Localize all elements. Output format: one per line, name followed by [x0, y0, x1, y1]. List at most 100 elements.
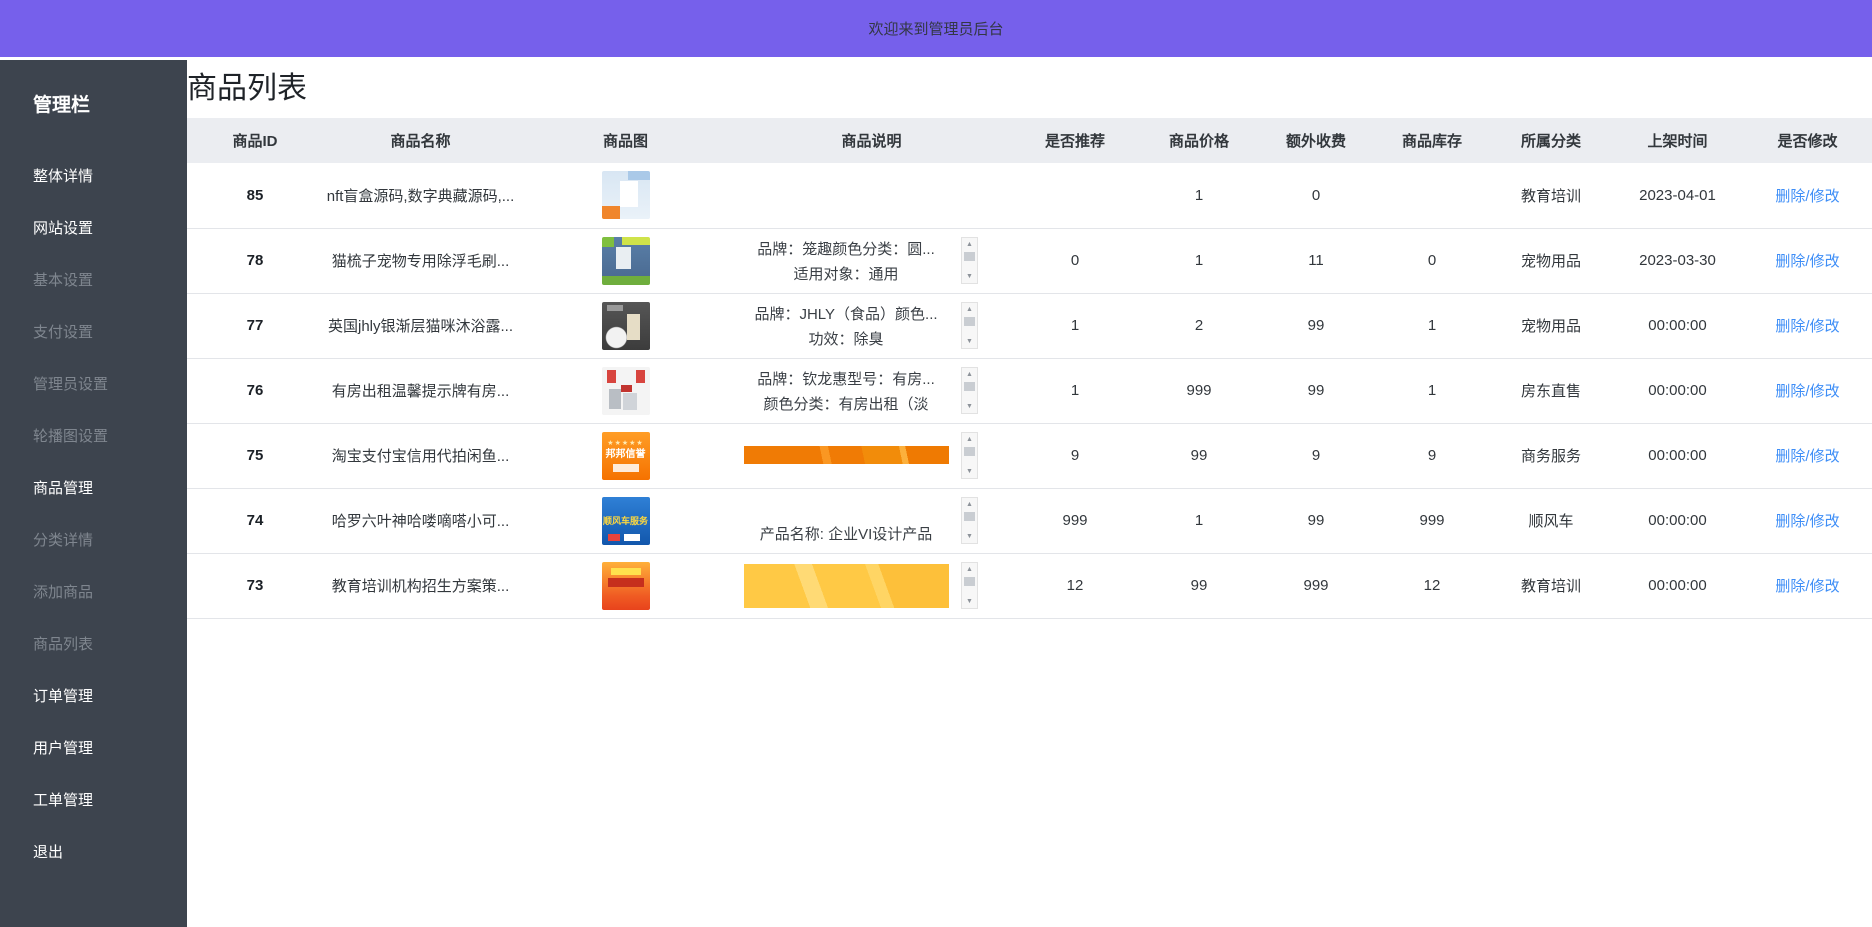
cell-extra-fee: 999: [1258, 553, 1374, 618]
sidebar-item-add-product[interactable]: 添加商品: [33, 567, 187, 619]
scroll-down-icon[interactable]: ▼: [966, 532, 973, 541]
sidebar-item-category-details[interactable]: 分类详情: [33, 515, 187, 567]
scroll-down-icon[interactable]: ▼: [966, 337, 973, 346]
textarea-scrollbar[interactable]: ▲ ▼: [961, 562, 978, 609]
scroll-thumb[interactable]: [964, 577, 975, 586]
scroll-thumb[interactable]: [964, 512, 975, 521]
sidebar-item-ticket-management[interactable]: 工单管理: [33, 775, 187, 827]
scroll-down-icon[interactable]: ▼: [966, 272, 973, 281]
cell-actions: 删除/修改: [1743, 163, 1872, 228]
edit-link[interactable]: 修改: [1810, 383, 1840, 400]
cell-stock: 0: [1374, 228, 1490, 293]
cell-listing-time: 00:00:00: [1612, 358, 1743, 423]
description-textarea[interactable]: [737, 432, 955, 479]
sidebar-item-user-management[interactable]: 用户管理: [33, 723, 187, 775]
description-textarea[interactable]: [737, 562, 955, 609]
sidebar-item-basic-settings[interactable]: 基本设置: [33, 255, 187, 307]
edit-link[interactable]: 修改: [1810, 513, 1840, 530]
cell-product-name: 猫梳子宠物专用除浮毛刷...: [323, 228, 518, 293]
delete-link[interactable]: 删除: [1775, 318, 1805, 335]
cell-listing-time: 2023-04-01: [1612, 163, 1743, 228]
cell-category: 宠物用品: [1490, 293, 1612, 358]
cell-stock: 1: [1374, 293, 1490, 358]
description-textarea[interactable]: 品牌：笼趣颜色分类：圆... 适用对象：通用: [737, 237, 955, 284]
cell-category: 宠物用品: [1490, 228, 1612, 293]
cell-stock: [1374, 163, 1490, 228]
cell-product-name: 哈罗六叶神哈喽嘀嗒小可...: [323, 488, 518, 553]
cell-price: 999: [1140, 358, 1258, 423]
scroll-down-icon[interactable]: ▼: [966, 467, 973, 476]
scroll-up-icon[interactable]: ▲: [966, 240, 973, 249]
table-row: 73 教育培训机构招生方案策... ▲ ▼ 12: [187, 553, 1872, 618]
topbar-title: 欢迎来到管理员后台: [868, 18, 1003, 39]
sidebar-item-product-management[interactable]: 商品管理: [33, 463, 187, 515]
description-textarea[interactable]: 产品名称: 企业VI设计产品: [737, 497, 955, 544]
scroll-down-icon[interactable]: ▼: [966, 402, 973, 411]
table-row: 75 淘宝支付宝信用代拍闲鱼... ★★★★★ 邦邦信誉: [187, 423, 1872, 488]
cell-listing-time: 2023-03-30: [1612, 228, 1743, 293]
textarea-scrollbar[interactable]: ▲ ▼: [961, 302, 978, 349]
sidebar-item-carousel-settings[interactable]: 轮播图设置: [33, 411, 187, 463]
product-image-label: 邦邦信誉: [606, 448, 646, 461]
scroll-thumb[interactable]: [964, 382, 975, 391]
cell-product-description: [733, 163, 1010, 228]
cell-price: 1: [1140, 488, 1258, 553]
sidebar-item-payment-settings[interactable]: 支付设置: [33, 307, 187, 359]
scroll-up-icon[interactable]: ▲: [966, 500, 973, 509]
cell-price: 2: [1140, 293, 1258, 358]
cell-product-image: [518, 358, 733, 423]
table-row: 74 哈罗六叶神哈喽嘀嗒小可... 顺风车服务 产品名称: 企业VI设计产品 ▲: [187, 488, 1872, 553]
sidebar-item-admin-settings[interactable]: 管理员设置: [33, 359, 187, 411]
textarea-scrollbar[interactable]: ▲ ▼: [961, 237, 978, 284]
header-modify: 是否修改: [1743, 118, 1872, 163]
description-textarea[interactable]: 品牌：钦龙惠型号：有房... 颜色分类：有房出租（淡: [737, 367, 955, 414]
delete-link[interactable]: 删除: [1775, 383, 1805, 400]
sidebar-item-logout[interactable]: 退出: [33, 827, 187, 879]
scroll-thumb[interactable]: [964, 317, 975, 326]
header-recommended: 是否推荐: [1010, 118, 1140, 163]
delete-link[interactable]: 删除: [1775, 188, 1805, 205]
header-product-description: 商品说明: [733, 118, 1010, 163]
table-row: 77 英国jhly银渐层猫咪沐浴露... 品牌：JHLY（食品）颜色... 功效…: [187, 293, 1872, 358]
textarea-scrollbar[interactable]: ▲ ▼: [961, 432, 978, 479]
description-banner-image: [744, 446, 949, 464]
textarea-scrollbar[interactable]: ▲ ▼: [961, 497, 978, 544]
cell-recommended: [1010, 163, 1140, 228]
delete-link[interactable]: 删除: [1775, 513, 1805, 530]
delete-link[interactable]: 删除: [1775, 578, 1805, 595]
cell-category: 教育培训: [1490, 553, 1612, 618]
edit-link[interactable]: 修改: [1810, 578, 1840, 595]
cell-extra-fee: 0: [1258, 163, 1374, 228]
scroll-up-icon[interactable]: ▲: [966, 435, 973, 444]
cell-product-name: nft盲盒源码,数字典藏源码,...: [323, 163, 518, 228]
scroll-down-icon[interactable]: ▼: [966, 597, 973, 606]
sidebar-item-overall-details[interactable]: 整体详情: [33, 151, 187, 203]
edit-link[interactable]: 修改: [1810, 318, 1840, 335]
edit-link[interactable]: 修改: [1810, 253, 1840, 270]
cell-extra-fee: 9: [1258, 423, 1374, 488]
scroll-up-icon[interactable]: ▲: [966, 370, 973, 379]
delete-link[interactable]: 删除: [1775, 253, 1805, 270]
sidebar-item-site-settings[interactable]: 网站设置: [33, 203, 187, 255]
description-textarea[interactable]: 品牌：JHLY（食品）颜色... 功效：除臭: [737, 302, 955, 349]
header-listing-time: 上架时间: [1612, 118, 1743, 163]
textarea-scrollbar[interactable]: ▲ ▼: [961, 367, 978, 414]
product-image: [602, 237, 650, 285]
cell-category: 房东直售: [1490, 358, 1612, 423]
product-image-label: 顺风车服务: [603, 515, 648, 527]
delete-link[interactable]: 删除: [1775, 448, 1805, 465]
edit-link[interactable]: 修改: [1810, 188, 1840, 205]
page-title: 商品列表: [187, 63, 1872, 107]
cell-actions: 删除/修改: [1743, 293, 1872, 358]
scroll-thumb[interactable]: [964, 447, 975, 456]
scroll-up-icon[interactable]: ▲: [966, 565, 973, 574]
cell-product-image: [518, 553, 733, 618]
sidebar-item-product-list[interactable]: 商品列表: [33, 619, 187, 671]
sidebar-item-order-management[interactable]: 订单管理: [33, 671, 187, 723]
product-image: [602, 171, 650, 219]
scroll-thumb[interactable]: [964, 252, 975, 261]
edit-link[interactable]: 修改: [1810, 448, 1840, 465]
scroll-up-icon[interactable]: ▲: [966, 305, 973, 314]
cell-price: 99: [1140, 553, 1258, 618]
cell-product-description: 品牌：JHLY（食品）颜色... 功效：除臭 ▲ ▼: [733, 293, 1010, 358]
